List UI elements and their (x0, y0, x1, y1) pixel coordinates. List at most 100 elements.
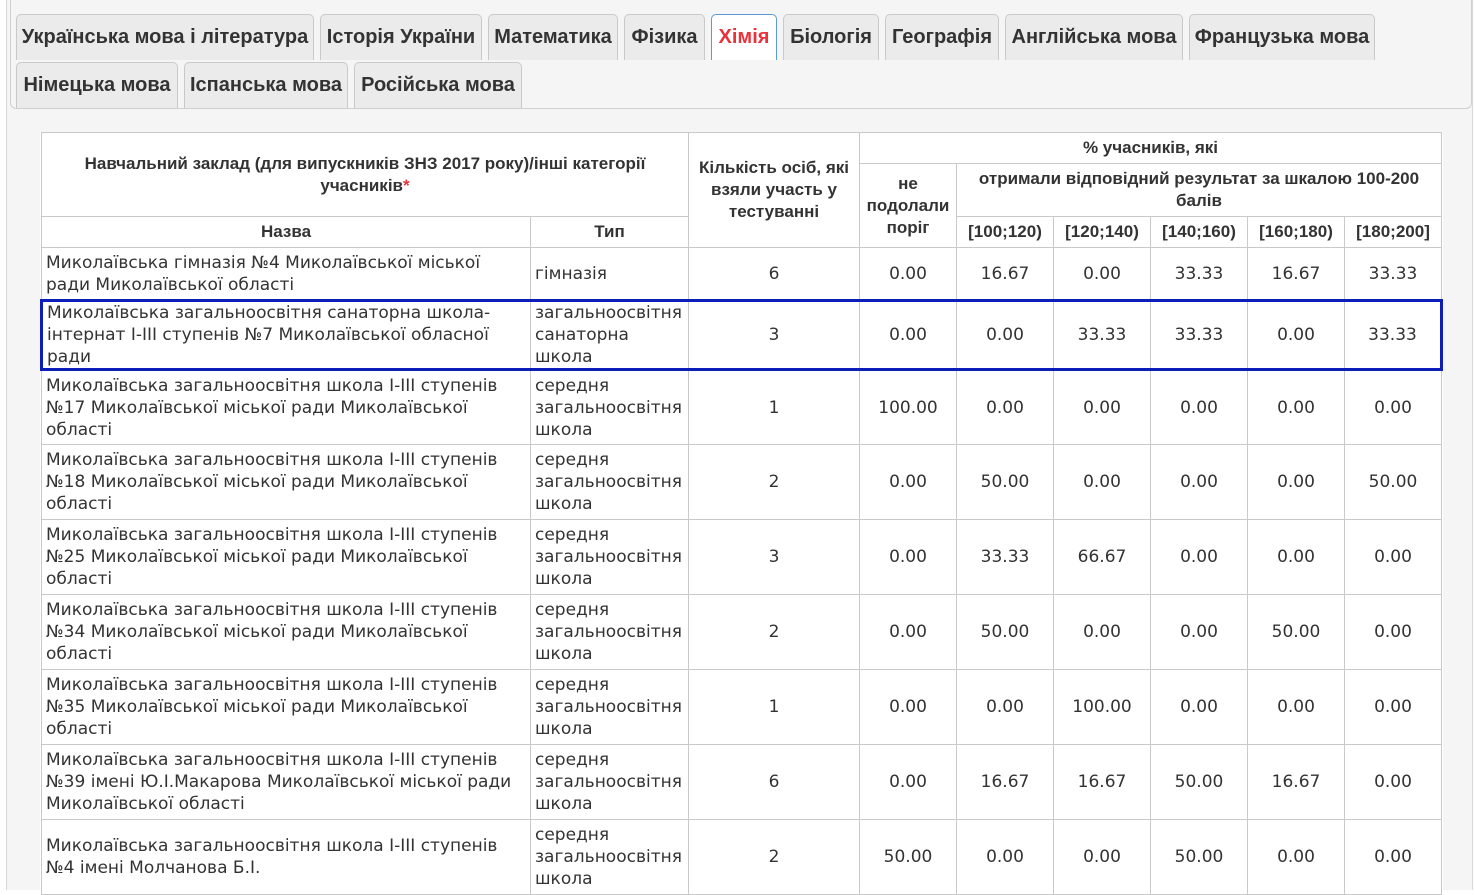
header-received: отримали відповідний результат за шкалою… (956, 163, 1442, 217)
cell-range-4: 0.00 (1344, 819, 1442, 895)
cell-type: загальноосвітня санаторна школа (530, 299, 689, 371)
cell-name: Миколаївська загальноосвітня школа І-ІІІ… (41, 444, 531, 520)
cell-range-2: 0.00 (1150, 369, 1248, 445)
cell-range-2: 33.33 (1150, 247, 1248, 301)
cell-range-4: 33.33 (1344, 299, 1443, 371)
cell-name: Миколаївська загальноосвітня школа І-ІІІ… (41, 519, 531, 595)
tab-biology[interactable]: Біологія (783, 14, 879, 60)
tab-french[interactable]: Французька мова (1189, 14, 1375, 60)
cell-failed: 0.00 (859, 744, 957, 820)
cell-count: 3 (688, 519, 860, 595)
cell-range-0: 16.67 (956, 744, 1054, 820)
cell-count: 3 (688, 299, 860, 371)
cell-range-0: 16.67 (956, 247, 1054, 301)
cell-failed: 0.00 (859, 519, 957, 595)
header-range-100-120: [100;120) (956, 216, 1054, 248)
tab-mathematics[interactable]: Математика (488, 14, 618, 60)
cell-type: середня загальноосвітня школа (530, 744, 689, 820)
table-row: Миколаївська загальноосвітня школа І-ІІІ… (41, 519, 1442, 595)
cell-range-2: 50.00 (1150, 744, 1248, 820)
tab-russian[interactable]: Російська мова (354, 62, 522, 108)
cell-range-3: 0.00 (1247, 299, 1345, 371)
cell-failed: 0.00 (859, 299, 957, 371)
table-row: Миколаївська гімназія №4 Миколаївської м… (41, 247, 1442, 301)
table-row: Миколаївська загальноосвітня школа І-ІІІ… (41, 369, 1442, 445)
tab-physics[interactable]: Фізика (624, 14, 705, 60)
cell-count: 6 (688, 744, 860, 820)
cell-failed: 0.00 (859, 247, 957, 301)
cell-name: Миколаївська загальноосвітня школа І-ІІІ… (41, 744, 531, 820)
cell-range-1: 66.67 (1053, 519, 1151, 595)
cell-range-3: 0.00 (1247, 369, 1345, 445)
header-range-140-160: [140;160) (1150, 216, 1248, 248)
tab-chemistry[interactable]: Хімія (711, 14, 777, 60)
tab-geography[interactable]: Географія (885, 14, 999, 60)
tab-ukrainian-literature[interactable]: Українська мова і література (16, 14, 314, 60)
cell-range-3: 0.00 (1247, 819, 1345, 895)
cell-count: 1 (688, 669, 860, 745)
cell-range-0: 50.00 (956, 444, 1054, 520)
cell-count: 2 (688, 444, 860, 520)
header-type: Тип (530, 216, 689, 248)
cell-failed: 50.00 (859, 819, 957, 895)
tab-spanish[interactable]: Іспанська мова (184, 62, 348, 108)
header-range-120-140: [120;140) (1053, 216, 1151, 248)
cell-range-4: 0.00 (1344, 519, 1442, 595)
cell-name: Миколаївська загальноосвітня санаторна ш… (40, 299, 531, 371)
cell-type: середня загальноосвітня школа (530, 444, 689, 520)
cell-range-2: 0.00 (1150, 519, 1248, 595)
cell-range-4: 0.00 (1344, 594, 1442, 670)
cell-count: 1 (688, 369, 860, 445)
cell-type: середня загальноосвітня школа (530, 369, 689, 445)
cell-range-1: 0.00 (1053, 444, 1151, 520)
cell-range-1: 0.00 (1053, 819, 1151, 895)
cell-range-0: 0.00 (956, 369, 1054, 445)
header-failed: не подолали поріг (859, 163, 957, 248)
tab-history-ukraine[interactable]: Історія України (320, 14, 482, 60)
cell-range-3: 0.00 (1247, 444, 1345, 520)
cell-type: гімназія (530, 247, 689, 301)
cell-range-0: 50.00 (956, 594, 1054, 670)
cell-range-1: 0.00 (1053, 369, 1151, 445)
cell-range-3: 50.00 (1247, 594, 1345, 670)
cell-failed: 0.00 (859, 669, 957, 745)
cell-range-4: 0.00 (1344, 744, 1442, 820)
cell-range-0: 33.33 (956, 519, 1054, 595)
cell-range-1: 0.00 (1053, 594, 1151, 670)
cell-type: середня загальноосвітня школа (530, 519, 689, 595)
cell-range-2: 33.33 (1150, 299, 1248, 371)
cell-range-1: 0.00 (1053, 247, 1151, 301)
cell-count: 6 (688, 247, 860, 301)
cell-range-1: 16.67 (1053, 744, 1151, 820)
cell-range-0: 0.00 (956, 819, 1054, 895)
cell-failed: 100.00 (859, 369, 957, 445)
table-row: Миколаївська загальноосвітня школа І-ІІІ… (41, 669, 1442, 745)
header-count: Кількість осіб, які взяли участь у тесту… (688, 132, 860, 248)
cell-range-0: 0.00 (956, 669, 1054, 745)
cell-type: середня загальноосвітня школа (530, 819, 689, 895)
cell-range-0: 0.00 (956, 299, 1054, 371)
table-row-highlighted: Миколаївська загальноосвітня санаторна ш… (40, 299, 1443, 371)
table-row: Миколаївська загальноосвітня школа І-ІІІ… (41, 444, 1442, 520)
cell-range-4: 0.00 (1344, 369, 1442, 445)
header-name: Назва (41, 216, 531, 248)
cell-range-2: 0.00 (1150, 444, 1248, 520)
cell-type: середня загальноосвітня школа (530, 669, 689, 745)
cell-range-3: 0.00 (1247, 519, 1345, 595)
header-range-180-200: [180;200] (1344, 216, 1442, 248)
cell-failed: 0.00 (859, 444, 957, 520)
header-percent: % учасників, які (859, 132, 1442, 164)
cell-count: 2 (688, 594, 860, 670)
tab-german[interactable]: Німецька мова (16, 62, 178, 108)
cell-range-2: 50.00 (1150, 819, 1248, 895)
table-row: Миколаївська загальноосвітня школа І-ІІІ… (41, 819, 1442, 895)
cell-range-3: 16.67 (1247, 744, 1345, 820)
cell-range-1: 33.33 (1053, 299, 1151, 371)
results-table: Навчальний заклад (для випускників ЗНЗ 2… (40, 132, 1443, 895)
cell-name: Миколаївська загальноосвітня школа І-ІІІ… (41, 669, 531, 745)
cell-range-2: 0.00 (1150, 669, 1248, 745)
cell-type: середня загальноосвітня школа (530, 594, 689, 670)
tab-english[interactable]: Англійська мова (1005, 14, 1183, 60)
cell-count: 2 (688, 819, 860, 895)
header-institution: Навчальний заклад (для випускників ЗНЗ 2… (41, 132, 689, 217)
